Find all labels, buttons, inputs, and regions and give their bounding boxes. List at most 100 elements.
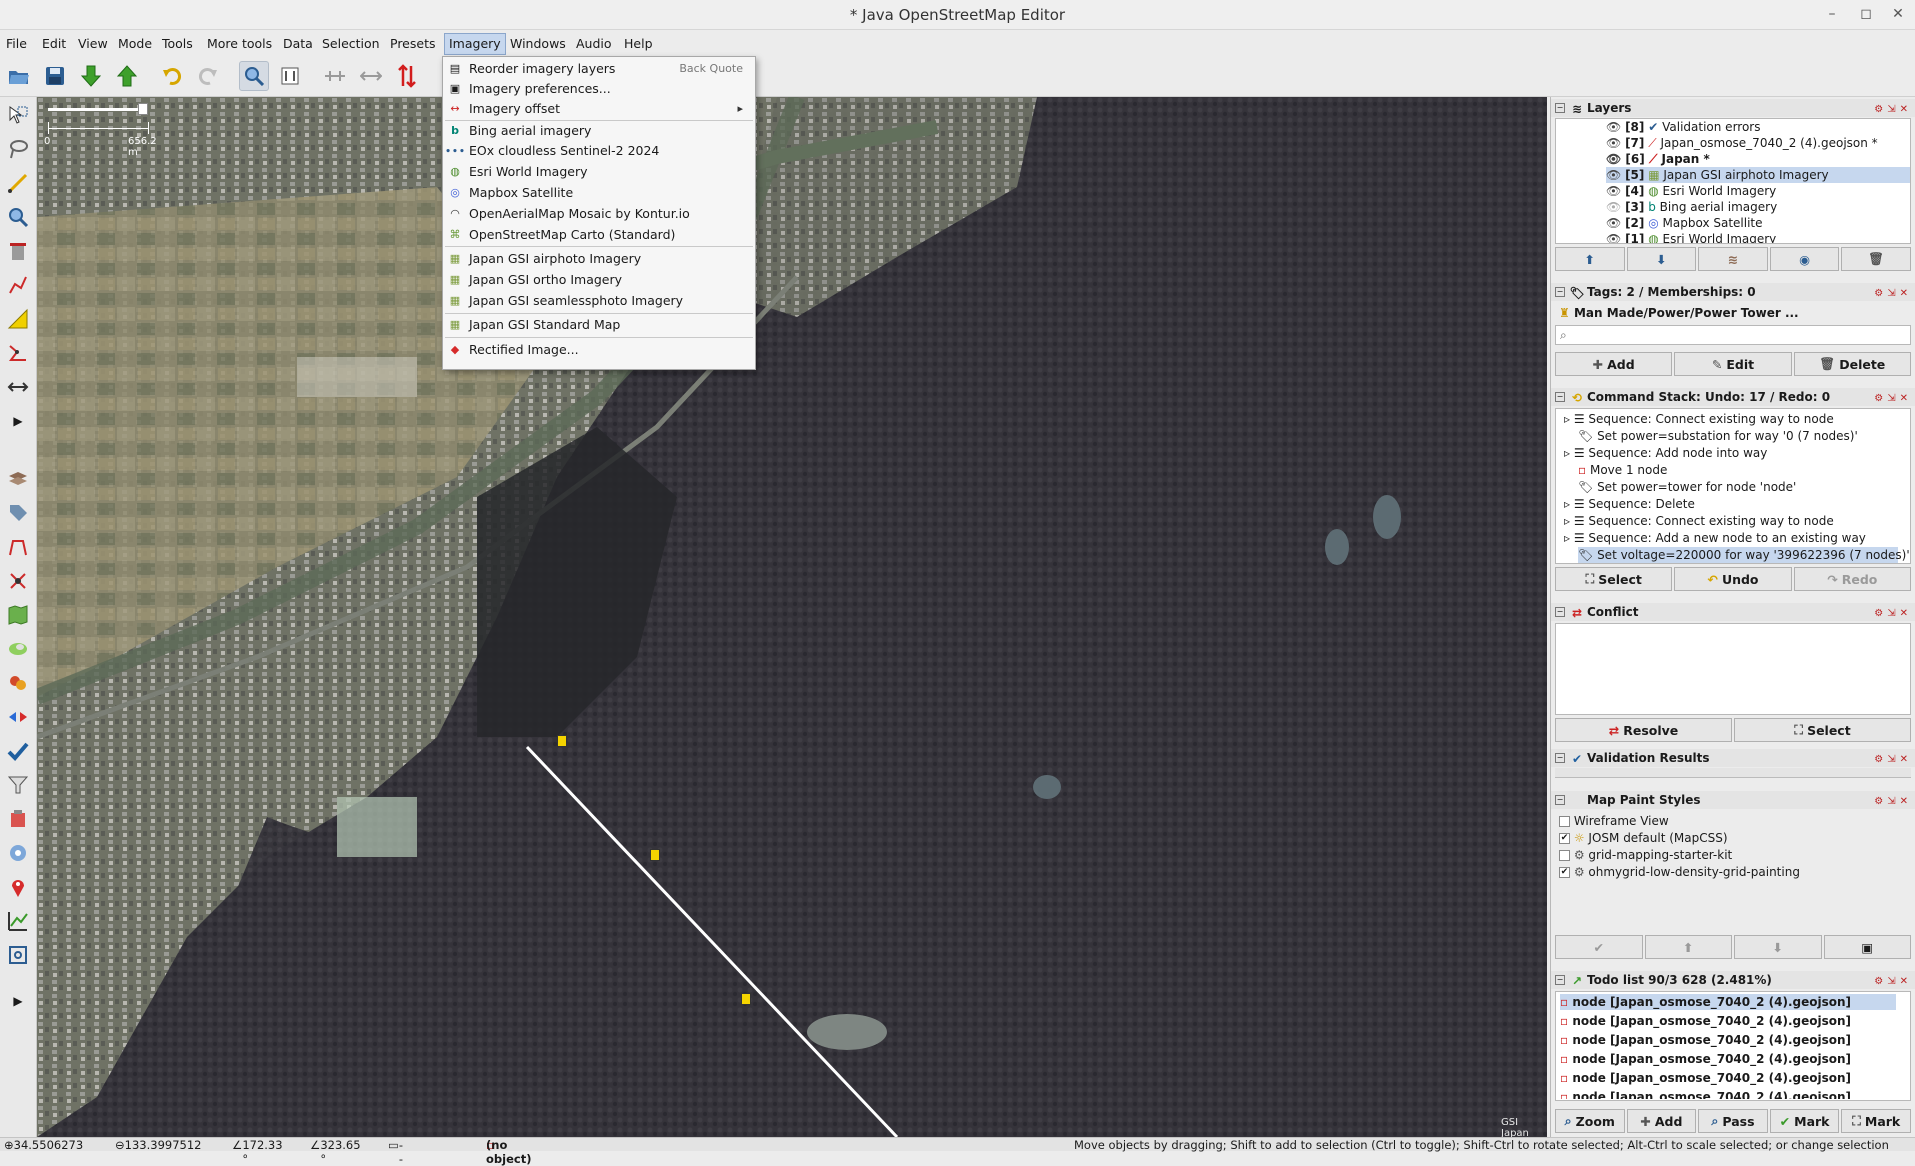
layer-item[interactable]: 👁 [8] ✔ Validation errors: [1606, 119, 1760, 135]
edit-tag-button[interactable]: ✎ Edit: [1674, 352, 1792, 376]
more-modes-chevron-icon[interactable]: ▶: [4, 407, 32, 435]
conflict-toggle-icon[interactable]: [4, 703, 32, 731]
user-list-icon[interactable]: [4, 669, 32, 697]
style-checkbox[interactable]: ✔: [1559, 867, 1570, 878]
add-button[interactable]: ✚ Add: [1626, 1109, 1697, 1133]
layer-item[interactable]: 👁 [3] b Bing aerial imagery: [1606, 199, 1777, 215]
delete-layer-icon[interactable]: 🗑: [1841, 247, 1911, 271]
move-style-down-icon[interactable]: ⬇: [1734, 935, 1822, 959]
command-item[interactable]: ▹ ☰ Sequence: Connect existing way to no…: [1564, 411, 1834, 427]
close-icon[interactable]: ✕: [1888, 6, 1908, 22]
upload-icon[interactable]: [112, 61, 142, 91]
command-stack-header[interactable]: − ⟲ Command Stack: Undo: 17 / Redo: 0 ⚙⇲✕: [1551, 388, 1915, 406]
validation-panel-header[interactable]: − ✔ Validation Results ⚙⇲✕: [1551, 749, 1915, 767]
todo-panel-header[interactable]: − ↗ Todo list 90/3 628 (2.481%) ⚙⇲✕: [1551, 971, 1915, 989]
todo-item[interactable]: ▫ node [Japan_osmose_7040_2 (4).geojson]: [1560, 1070, 1851, 1086]
command-stack-list[interactable]: ▹ ☰ Sequence: Connect existing way to no…: [1555, 408, 1911, 564]
conflict-list[interactable]: [1555, 623, 1911, 715]
menu-audio[interactable]: Audio: [572, 33, 616, 55]
undo-icon[interactable]: [157, 61, 187, 91]
tags-toggle-icon[interactable]: [4, 499, 32, 527]
layer-item[interactable]: 👁 [4] ◍ Esri World Imagery: [1606, 183, 1776, 199]
style-item[interactable]: ✔ ⚙ ohmygrid-low-density-grid-painting: [1559, 864, 1800, 880]
menu-item-esri[interactable]: ◍ Esri World Imagery: [443, 162, 755, 182]
map-paint-list[interactable]: Wireframe View ✔ ☼ JOSM default (MapCSS)…: [1555, 811, 1911, 923]
tag-search-input[interactable]: ⌕: [1555, 325, 1911, 345]
relation-icon[interactable]: [4, 567, 32, 595]
reverse-way-icon[interactable]: [392, 61, 422, 91]
todo-item[interactable]: ▫ node [Japan_osmose_7040_2 (4).geojson]: [1560, 994, 1896, 1010]
preset-name[interactable]: ♜ Man Made/Power/Power Tower ...: [1559, 305, 1799, 321]
layer-item[interactable]: 👁 [2] ◎ Mapbox Satellite: [1606, 215, 1763, 231]
command-item[interactable]: ▹ ☰ Sequence: Connect existing way to no…: [1564, 513, 1834, 529]
command-item-selected[interactable]: 🏷 Set voltage=220000 for way '399622396 …: [1578, 547, 1910, 563]
download-icon[interactable]: [76, 61, 106, 91]
menu-mode[interactable]: Mode: [114, 33, 156, 55]
map-icon[interactable]: [4, 601, 32, 629]
conflict-panel-header[interactable]: − ⇄ Conflict ⚙⇲✕: [1551, 603, 1915, 621]
align-line-icon[interactable]: [320, 61, 350, 91]
menu-selection[interactable]: Selection: [318, 33, 384, 55]
layers-list[interactable]: 👁 [8] ✔ Validation errors 👁 [7] ⟋ Japan_…: [1555, 118, 1911, 244]
draw-icon[interactable]: [4, 169, 32, 197]
todo-item[interactable]: ▫ node [Japan_osmose_7040_2 (4).geojson]: [1560, 1089, 1851, 1099]
style-item[interactable]: Wireframe View: [1559, 813, 1669, 829]
changeset-icon[interactable]: [4, 635, 32, 663]
layer-item-selected[interactable]: 👁 [5] ▦ Japan GSI airphoto Imagery: [1606, 167, 1910, 183]
zoom-mode-icon[interactable]: [4, 203, 32, 231]
selection-list-icon[interactable]: [4, 533, 32, 561]
extrude-icon[interactable]: [4, 373, 32, 401]
move-down-icon[interactable]: ⬇: [1626, 247, 1697, 271]
style-info-icon[interactable]: ▣: [1823, 935, 1911, 959]
open-file-icon[interactable]: [4, 61, 34, 91]
menu-item-osm-carto[interactable]: ⌘ OpenStreetMap Carto (Standard): [443, 225, 755, 245]
style-checkbox[interactable]: ✔: [1559, 833, 1570, 844]
move-up-icon[interactable]: ⬆: [1555, 247, 1625, 271]
power-tower-icon[interactable]: [741, 993, 751, 1005]
split-way-icon[interactable]: [356, 61, 386, 91]
menu-file[interactable]: File: [2, 33, 31, 55]
notes-icon[interactable]: [4, 805, 32, 833]
validation-toolbar-collapsed[interactable]: [1555, 768, 1911, 778]
todo-list[interactable]: ▫ node [Japan_osmose_7040_2 (4).geojson]…: [1555, 991, 1911, 1101]
menu-view[interactable]: View: [74, 33, 112, 55]
measure-area-icon[interactable]: [4, 305, 32, 333]
menu-item-bing[interactable]: b Bing aerial imagery: [443, 121, 755, 141]
style-item[interactable]: ✔ ☼ JOSM default (MapCSS): [1559, 830, 1728, 846]
command-item[interactable]: 🏷 Set power=substation for way '0 (7 nod…: [1578, 428, 1858, 444]
menu-presets[interactable]: Presets: [386, 33, 440, 55]
delete-mode-icon[interactable]: [4, 237, 32, 265]
grid-icon[interactable]: [4, 941, 32, 969]
add-tag-button[interactable]: ✚ Add: [1555, 352, 1673, 376]
more-toggles-chevron-icon[interactable]: ▶: [4, 987, 32, 1015]
pin-icon[interactable]: [4, 873, 32, 901]
parallel-way-icon[interactable]: [4, 271, 32, 299]
style-checkbox[interactable]: [1559, 850, 1570, 861]
menu-item-mapbox[interactable]: ◎ Mapbox Satellite: [443, 183, 755, 203]
merge-layers-icon[interactable]: ≋: [1698, 247, 1768, 271]
mark-button[interactable]: ✔ Mark: [1769, 1109, 1840, 1133]
menu-item-gsi-seamless[interactable]: ▦ Japan GSI seamlessphoto Imagery: [443, 291, 755, 311]
select-command-button[interactable]: ⛶ Select: [1555, 567, 1673, 591]
command-item[interactable]: 🏷 Set power=tower for node 'node': [1578, 479, 1796, 495]
layer-item[interactable]: 👁 [7] ⟋ Japan_osmose_7040_2 (4).geojson …: [1606, 135, 1878, 151]
improve-way-icon[interactable]: [4, 339, 32, 367]
menu-imagery[interactable]: Imagery: [444, 33, 506, 55]
redo-command-button[interactable]: ↷ Redo: [1793, 567, 1911, 591]
menu-item-preferences[interactable]: ▣ Imagery preferences...: [443, 79, 755, 99]
menu-item-reorder[interactable]: ▤ Reorder imagery layers Back Quote: [443, 59, 755, 79]
layers-toggle-icon[interactable]: [4, 465, 32, 493]
menu-item-rectified[interactable]: ◆ Rectified Image...: [443, 340, 755, 360]
zoom-icon[interactable]: [239, 61, 269, 91]
todo-item[interactable]: ▫ node [Japan_osmose_7040_2 (4).geojson]: [1560, 1051, 1851, 1067]
map-view[interactable]: GSI Japan: [37, 97, 1547, 1137]
resolve-button[interactable]: ⇄ Resolve: [1555, 718, 1732, 742]
power-tower-icon[interactable]: [650, 849, 660, 861]
command-item[interactable]: ▫ Move 1 node: [1578, 462, 1667, 478]
visibility-icon[interactable]: ◉: [1769, 247, 1840, 271]
style-checkbox[interactable]: [1559, 816, 1570, 827]
minimize-icon[interactable]: –: [1822, 6, 1842, 22]
menu-data[interactable]: Data: [279, 33, 317, 55]
menu-tools[interactable]: Tools: [158, 33, 197, 55]
zoom-slider-handle[interactable]: [138, 103, 148, 115]
